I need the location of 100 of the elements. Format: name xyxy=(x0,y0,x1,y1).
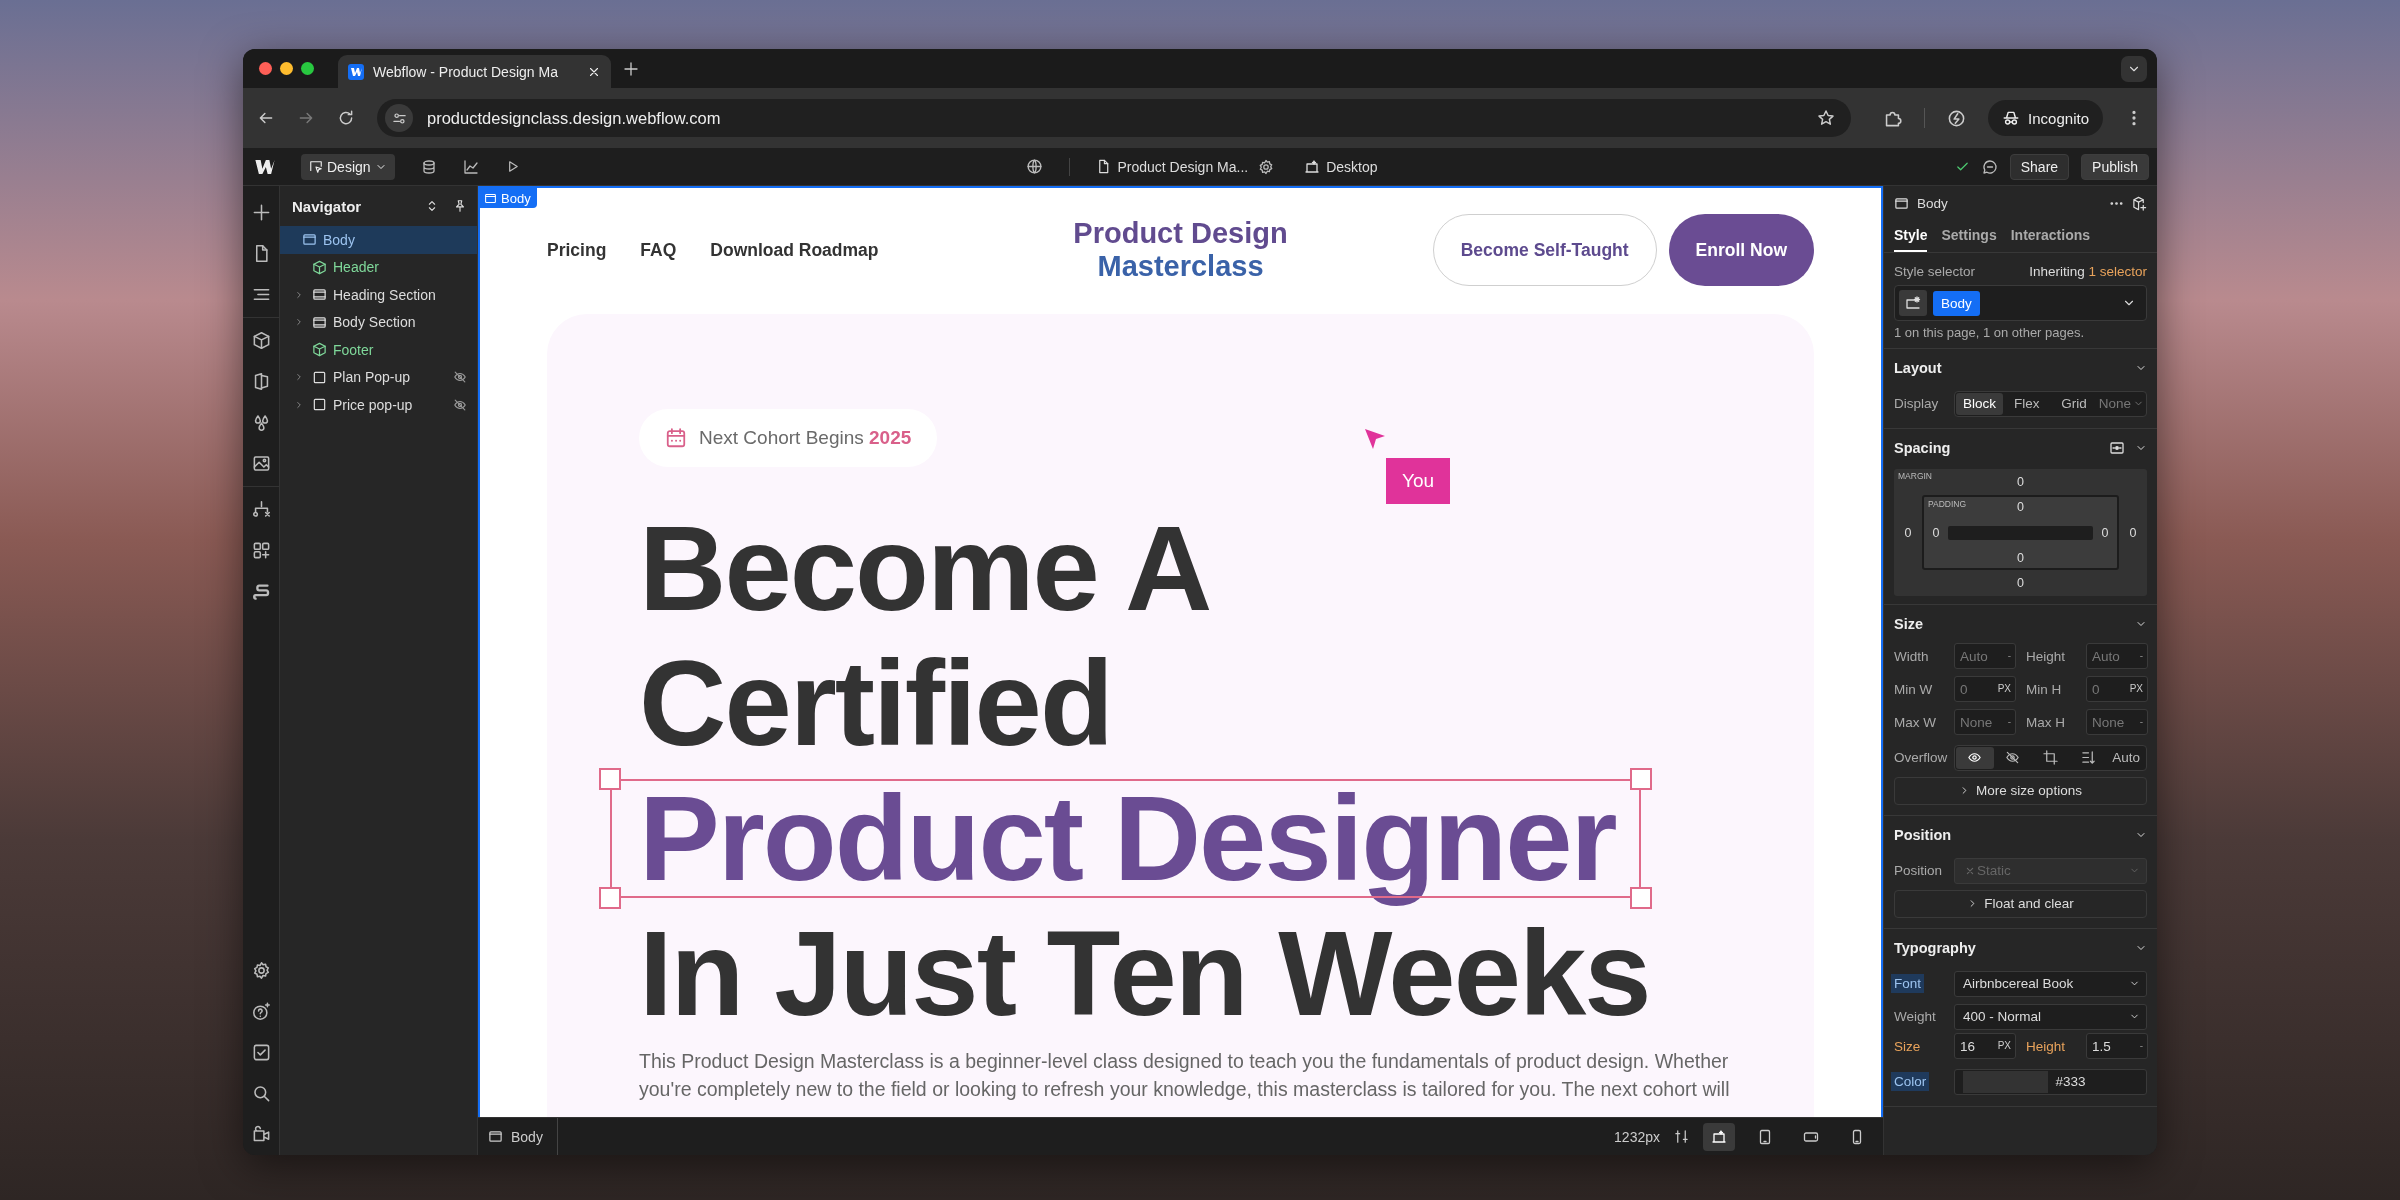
overflow-control[interactable]: Auto xyxy=(1954,744,2147,771)
tree-item[interactable]: Plan Pop-up xyxy=(280,363,477,391)
incognito-profile-button[interactable]: Incognito xyxy=(1988,100,2103,136)
color-swatch[interactable] xyxy=(1963,1070,2048,1093)
outline-button[interactable]: Become Self-Taught xyxy=(1432,214,1657,286)
unit-label[interactable]: PX xyxy=(2129,683,2143,695)
comment-icon[interactable] xyxy=(1981,158,1998,175)
chart-icon[interactable] xyxy=(462,158,479,175)
image-icon[interactable] xyxy=(251,454,271,473)
display-option[interactable]: Block xyxy=(1956,392,2004,415)
breakpoint-selector[interactable]: Desktop xyxy=(1304,158,1378,175)
resize-handle[interactable] xyxy=(599,887,621,909)
tree-item[interactable]: Header xyxy=(280,253,477,281)
breadcrumb[interactable]: Body xyxy=(488,1118,558,1155)
unit-label[interactable]: PX xyxy=(1997,683,2011,695)
breakpoint-button[interactable] xyxy=(1703,1122,1735,1151)
unit-label[interactable]: PX xyxy=(1997,1040,2011,1052)
spacing-value[interactable]: 0 xyxy=(2129,525,2137,540)
panel-tab[interactable]: Interactions xyxy=(2010,220,2091,252)
publish-button[interactable]: Publish xyxy=(2081,153,2149,180)
share-button[interactable]: Share xyxy=(2009,153,2070,180)
resize-handle[interactable] xyxy=(1629,887,1652,909)
cube-icon[interactable] xyxy=(251,331,271,350)
tree-item[interactable]: Footer xyxy=(280,336,477,364)
tab-menu-button[interactable] xyxy=(2121,55,2147,82)
color-field[interactable]: #333 xyxy=(1954,1068,2147,1095)
panel-tab[interactable]: Settings xyxy=(1941,220,1997,252)
lightning-circle-icon[interactable] xyxy=(1947,108,1967,128)
panel-tab[interactable]: Style xyxy=(1894,220,1928,252)
close-window-button[interactable] xyxy=(259,62,272,75)
nav-link[interactable]: Pricing xyxy=(547,239,607,261)
display-option[interactable]: Flex xyxy=(2003,392,2051,415)
caret-icon[interactable] xyxy=(294,289,304,300)
section-icon xyxy=(312,287,327,303)
zoom-window-button[interactable] xyxy=(301,62,314,75)
tree-item[interactable]: Price pop-up xyxy=(280,391,477,419)
design-mode-dropdown[interactable]: Design xyxy=(301,153,395,180)
database-icon[interactable] xyxy=(420,158,437,175)
spacing-value[interactable]: 0 xyxy=(2101,525,2109,540)
eye-slash-icon[interactable] xyxy=(453,397,467,412)
settings-icon[interactable] xyxy=(251,961,271,980)
add-icon[interactable] xyxy=(251,203,271,222)
apps-icon[interactable] xyxy=(251,541,271,560)
display-option[interactable]: None xyxy=(2097,392,2145,415)
section-title[interactable]: Typography xyxy=(1894,940,2125,956)
style-selector-field[interactable]: Body xyxy=(1894,285,2147,321)
spacing-value[interactable]: 0 xyxy=(2017,500,2024,514)
flow-icon[interactable] xyxy=(251,500,271,519)
box-caption: PADDING xyxy=(1928,499,1967,509)
bookmark-star-icon[interactable] xyxy=(1817,109,1836,127)
tree-item[interactable]: Body xyxy=(280,226,477,254)
tree-item[interactable]: Heading Section xyxy=(280,281,477,309)
cube-plus-icon[interactable] xyxy=(2132,195,2147,211)
webflow-logo-icon[interactable] xyxy=(255,159,275,174)
page-selector[interactable]: Product Design Ma... xyxy=(1096,158,1249,175)
tablet-icon xyxy=(1757,1128,1773,1145)
section-title[interactable]: Layout xyxy=(1894,360,2125,376)
selector-count-link[interactable]: 1 selector xyxy=(2088,263,2147,279)
eye-slash-icon[interactable] xyxy=(453,370,467,385)
squiggle-icon[interactable] xyxy=(251,582,271,601)
checkbox-icon[interactable] xyxy=(251,1043,271,1062)
spacing-value[interactable]: 0 xyxy=(2017,551,2024,565)
caret-icon[interactable] xyxy=(294,399,304,410)
tree-item[interactable]: Body Section xyxy=(280,308,477,336)
more-size-options-button[interactable]: More size options xyxy=(1894,776,2147,805)
globe-icon[interactable] xyxy=(1026,158,1044,175)
search-icon[interactable] xyxy=(251,1084,271,1103)
spacing-value[interactable]: 0 xyxy=(1904,525,1912,540)
browser-tab[interactable]: Webflow - Product Design Ma xyxy=(338,55,611,88)
caret-icon[interactable] xyxy=(294,372,304,383)
caret-icon[interactable] xyxy=(294,317,304,328)
section-title[interactable]: Spacing xyxy=(1894,440,2099,456)
nav-link[interactable]: FAQ xyxy=(640,239,677,261)
video-icon[interactable] xyxy=(251,1125,271,1144)
minimize-window-button[interactable] xyxy=(280,62,293,75)
pin-icon[interactable] xyxy=(453,199,467,213)
display-control[interactable]: Block Flex Grid None xyxy=(1954,390,2147,417)
dropdown[interactable]: Airbnbcereal Book xyxy=(1954,970,2147,997)
display-option[interactable]: Grid xyxy=(2050,392,2098,415)
settings-icon[interactable] xyxy=(1258,158,1275,175)
help-icon[interactable] xyxy=(251,1002,271,1021)
reload-icon[interactable] xyxy=(337,109,355,127)
spacing-value[interactable]: 0 xyxy=(2017,475,2024,489)
spacing-icon[interactable] xyxy=(2109,440,2125,456)
site-settings-icon[interactable] xyxy=(391,110,407,126)
nav-link[interactable]: Download Roadmap xyxy=(710,239,879,261)
dropdown[interactable]: 400 - Normal xyxy=(1954,1003,2147,1030)
overflow-option[interactable]: Auto xyxy=(2107,746,2145,769)
resize-handle[interactable] xyxy=(1629,768,1652,790)
new-tab-icon[interactable] xyxy=(623,60,639,77)
resize-handle[interactable] xyxy=(599,768,621,790)
hidden-icon xyxy=(2005,750,2021,765)
enroll-button[interactable]: Enroll Now xyxy=(1668,214,1814,286)
section-title[interactable]: Size xyxy=(1894,616,2125,632)
class-chip[interactable]: Body xyxy=(1933,290,1980,316)
spacing-value[interactable]: 0 xyxy=(1932,525,1940,540)
overflow-option[interactable] xyxy=(1956,746,1994,769)
width-adjust-icon[interactable] xyxy=(1674,1129,1689,1144)
spacing-value[interactable]: 0 xyxy=(2017,576,2024,590)
address-bar[interactable]: productdesignclass.design.webflow.com xyxy=(377,99,1852,137)
